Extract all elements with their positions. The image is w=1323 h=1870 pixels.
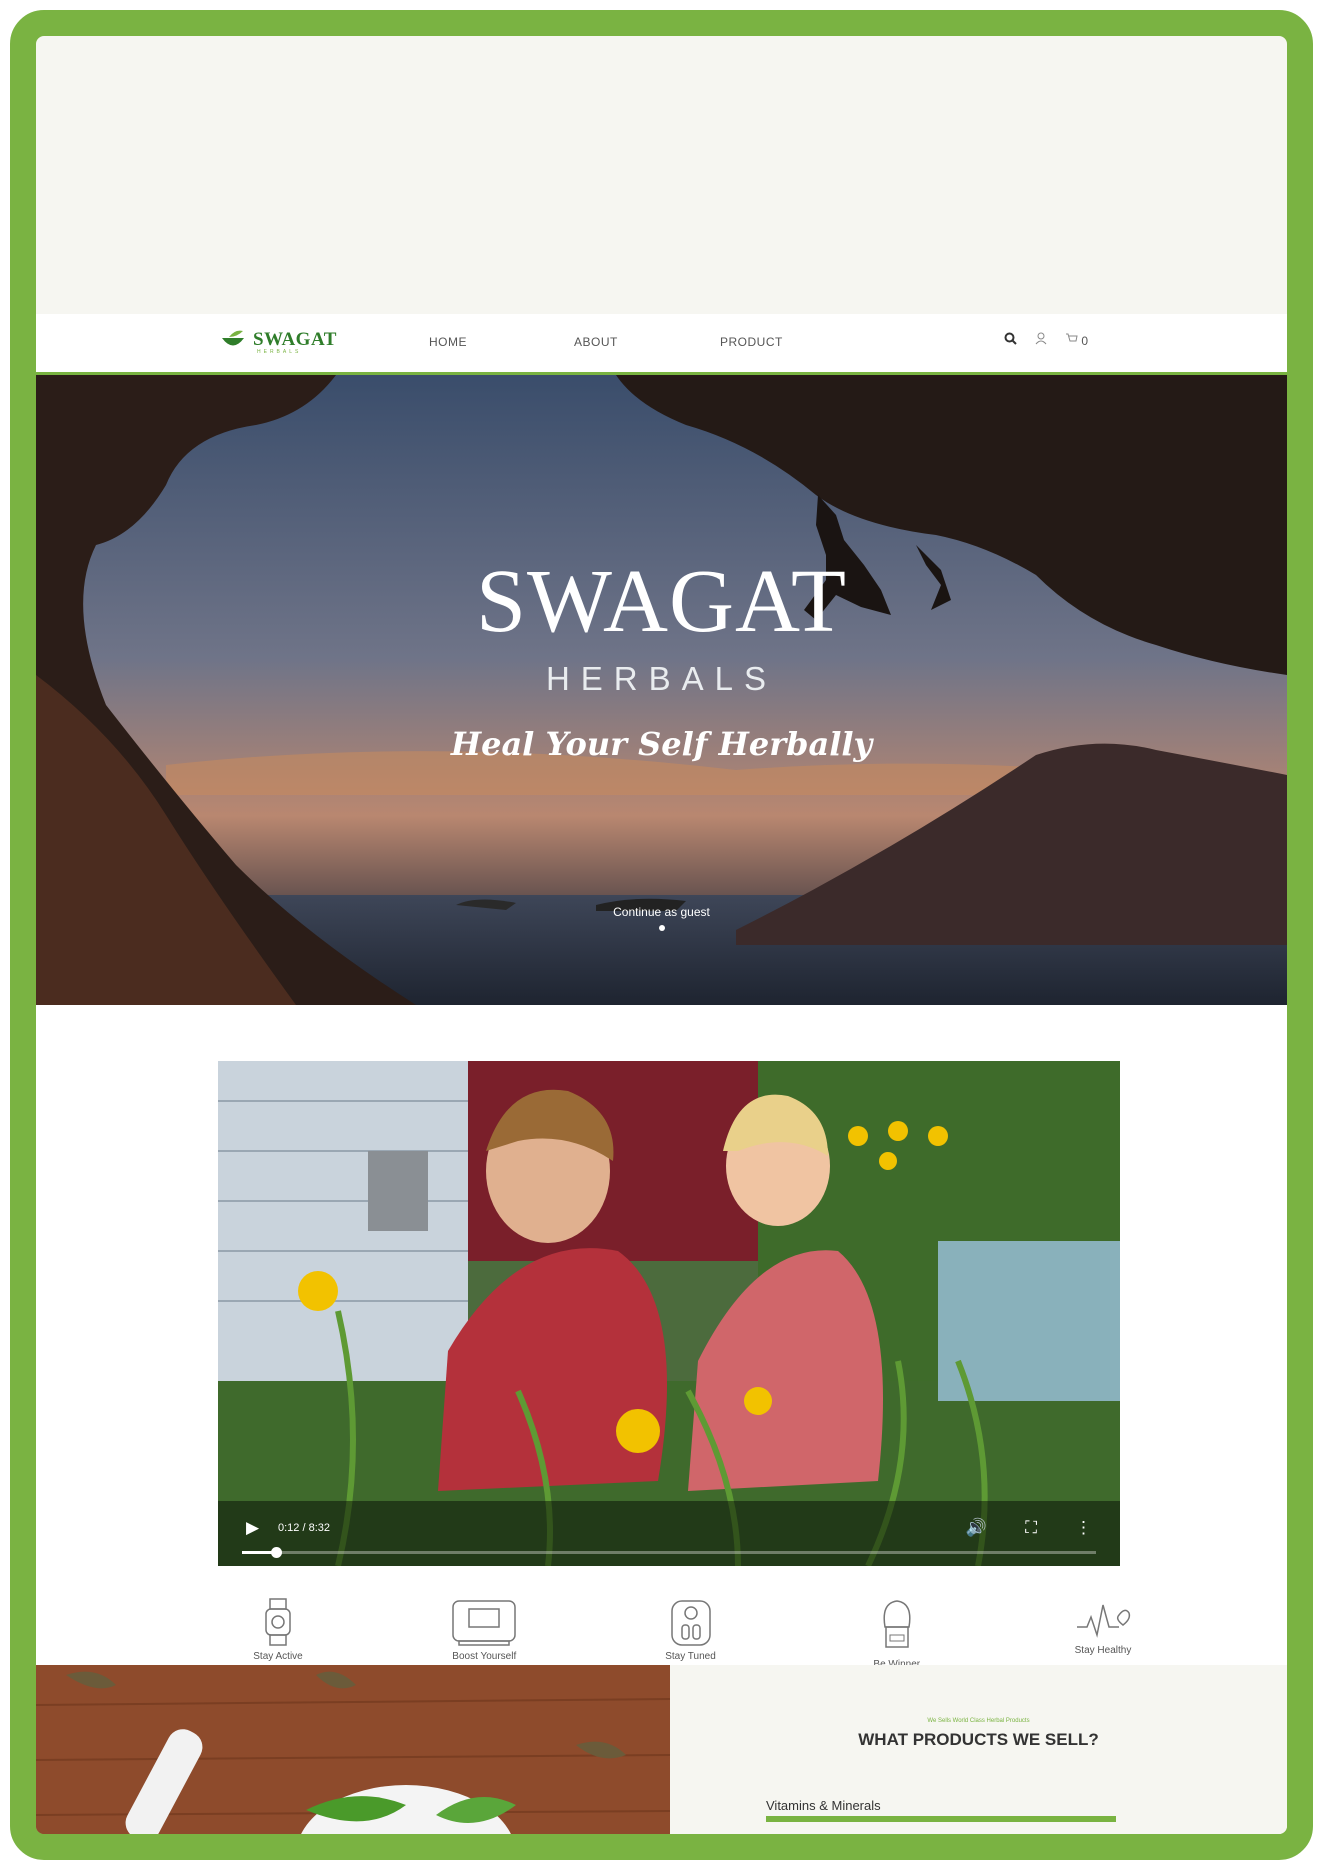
cart-button[interactable]: 0 [1065,333,1088,348]
feature-label: Stay Tuned [665,1651,716,1662]
guest-link-label: Continue as guest [613,905,710,919]
mortar-leaf-icon [222,330,244,346]
cart-icon [1066,333,1078,341]
video-time: 0:12 / 8:32 [278,1522,330,1534]
feature-stay-active: Stay Active [218,1597,338,1670]
video-section: ▶ 0:12 / 8:32 🔊 ⛶ ⋮ Stay Active Boost Yo… [36,1005,1287,1670]
video-player[interactable]: ▶ 0:12 / 8:32 🔊 ⛶ ⋮ [218,1061,1120,1566]
products-eyebrow: We Sells World Class Herbal Products [927,1718,1030,1724]
products-section: We Sells World Class Herbal Products WHA… [670,1665,1287,1834]
device-frame: SWAGAT HERBALS HOME ABOUT PRODUCT 0 SWAG… [10,10,1313,1860]
top-nav: SWAGAT HERBALS HOME ABOUT PRODUCT 0 [36,314,1287,375]
user-icon[interactable] [1035,332,1047,348]
logo-text: SWAGAT [253,329,337,350]
hero-subtitle: HERBALS [545,660,778,697]
feature-icons-row: Stay Active Boost Yourself Stay Tuned St… [218,1597,1163,1670]
feature-label: Boost Yourself [452,1651,517,1662]
mortar-pestle-image [36,1665,670,1834]
play-icon[interactable]: ▶ [246,1518,259,1538]
nav-link-about[interactable]: ABOUT [574,335,618,349]
feature-boost-yourself: Boost Yourself [424,1597,544,1670]
scale-icon [452,1600,516,1646]
herbs-image [36,1665,670,1834]
boxing-glove-icon [883,1600,911,1648]
heart-rate-icon [1077,1604,1131,1638]
nav-icons: 0 [1004,332,1088,348]
weight-scale-icon [670,1600,711,1646]
video-right-controls: 🔊 ⛶ ⋮ [966,1518,1092,1538]
nav-link-home[interactable]: HOME [429,335,467,349]
feature-stay-tuned: Stay Tuned [631,1597,751,1670]
guest-indicator-dot [658,925,665,931]
hero-banner: SWAGAT HERBALS Heal Your Self Herbally C… [36,375,1287,1005]
video-frame-image [218,1061,1120,1566]
products-title: WHAT PRODUCTS WE SELL? [858,1730,1099,1749]
site-logo[interactable]: SWAGAT HERBALS [219,329,337,355]
hero-title: SWAGAT [475,552,847,651]
feature-be-winner: Be Winner [837,1597,957,1670]
video-controls: ▶ 0:12 / 8:32 🔊 ⛶ ⋮ [218,1506,1120,1566]
logo-subtext: HERBALS [257,349,302,355]
more-options-icon[interactable]: ⋮ [1075,1518,1092,1538]
feature-label: Stay Active [253,1651,303,1662]
cart-count: 0 [1081,333,1089,348]
nav-link-product[interactable]: PRODUCT [720,335,783,349]
product-category-bar [766,1816,1116,1822]
video-progress-knob[interactable] [271,1547,283,1558]
hero-tagline: Heal Your Self Herbally [450,725,873,763]
feature-stay-healthy: Stay Healthy [1043,1597,1163,1670]
fullscreen-icon[interactable]: ⛶ [1025,1518,1037,1538]
feature-label: Stay Healthy [1074,1645,1132,1656]
smartwatch-icon [265,1598,291,1646]
video-progress-bar[interactable] [242,1547,1096,1558]
continue-as-guest-link[interactable]: Continue as guest [36,905,1287,931]
volume-icon[interactable]: 🔊 [966,1518,987,1538]
search-icon[interactable] [1004,332,1017,348]
product-category-vitamins[interactable]: Vitamins & Minerals [766,1798,881,1813]
